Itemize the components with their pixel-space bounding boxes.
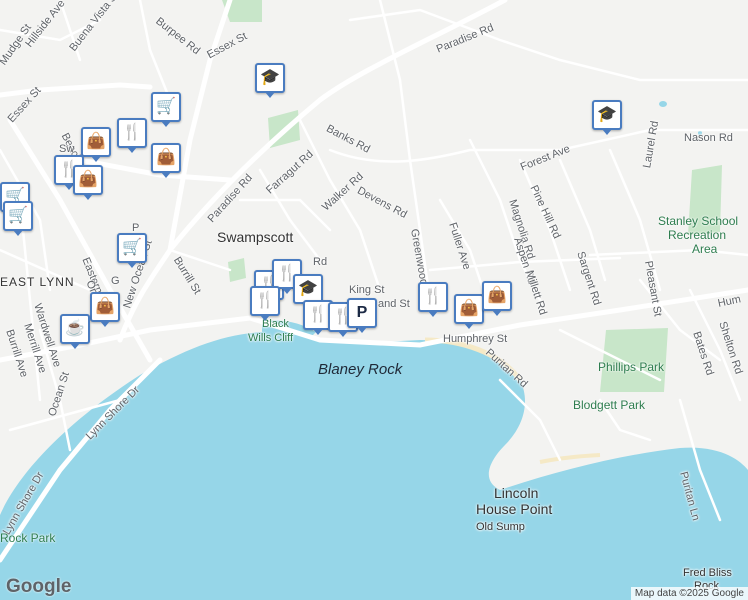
poi-restaurant-pin[interactable]: 🍴	[117, 118, 147, 153]
point-label-lincoln: Lincoln	[494, 485, 539, 501]
street-label-nason: Nason Rd	[684, 132, 733, 144]
poi-shopping-pin[interactable]: 👜	[73, 165, 103, 200]
poi-grocery-pin[interactable]: 🛒	[3, 201, 33, 236]
poi-restaurant-pin[interactable]: 🍴	[250, 286, 280, 321]
shopping-bag-icon: 👜	[95, 298, 115, 315]
poi-cafe-pin[interactable]: ☕	[60, 314, 90, 349]
district-label: EAST LYNN	[0, 275, 75, 289]
poi-shopping-pin[interactable]: 👜	[81, 127, 111, 162]
cart-icon: 🛒	[122, 239, 142, 256]
point-label-house-point: House Point	[476, 501, 553, 517]
poi-school-pin[interactable]: 🎓	[255, 63, 285, 98]
poi-shopping-pin[interactable]: 👜	[482, 281, 512, 316]
shopping-bag-icon: 👜	[78, 171, 98, 188]
poi-school-pin[interactable]: 🎓	[592, 100, 622, 135]
school-icon: 🎓	[298, 280, 318, 297]
school-icon: 🎓	[597, 106, 617, 123]
coffee-icon: ☕	[65, 320, 85, 337]
label-fred-bliss: Fred Bliss	[683, 567, 732, 579]
park-label-phillips: Phillips Park	[598, 360, 665, 374]
poi-parking-pin[interactable]: P	[347, 298, 377, 333]
park-label-stanley-2: Recreation	[668, 228, 727, 242]
restaurant-icon: 🍴	[122, 124, 142, 141]
shopping-bag-icon: 👜	[459, 300, 479, 317]
shopping-bag-icon: 👜	[86, 133, 106, 150]
google-logo[interactable]: Google	[6, 576, 71, 598]
water-label-blaney-rock: Blaney Rock	[318, 361, 403, 378]
poi-restaurant-pin[interactable]: 🍴	[418, 282, 448, 317]
street-label-rd: Rd	[313, 256, 328, 268]
label-wills-cliff: Wills Cliff	[248, 332, 294, 344]
map-attribution[interactable]: Map data ©2025 Google	[630, 587, 748, 600]
cart-icon: 🛒	[8, 207, 28, 224]
poi-shopping-pin[interactable]: 👜	[454, 294, 484, 329]
parking-icon: P	[356, 304, 368, 321]
label-old-sump: Old Sump	[476, 521, 525, 533]
restaurant-icon: 🍴	[423, 288, 443, 305]
poi-shopping-pin[interactable]: 👜	[90, 292, 120, 327]
map-canvas[interactable]: Hillside Ave Buena Vista St Burpee Rd Es…	[0, 0, 748, 600]
restaurant-icon: 🍴	[255, 292, 275, 309]
school-icon: 🎓	[260, 69, 280, 86]
park-label-rock-park: Rock Park	[0, 531, 56, 545]
poi-grocery-pin[interactable]: 🛒	[151, 92, 181, 127]
park-label-blodgett: Blodgett Park	[573, 398, 646, 412]
cart-icon: 🛒	[156, 98, 176, 115]
street-label-land: and St	[378, 298, 410, 310]
restaurant-icon: 🍴	[308, 306, 328, 323]
park-label-stanley-3: Area	[692, 242, 718, 256]
street-label-sw: Sw	[59, 143, 75, 155]
street-label-g: G	[111, 275, 120, 287]
poi-shopping-pin[interactable]: 👜	[151, 143, 181, 178]
poi-grocery-pin[interactable]: 🛒	[117, 233, 147, 268]
street-label-humphrey: Humphrey St	[443, 333, 508, 345]
street-label-king: King St	[349, 284, 385, 296]
town-label: Swampscott	[217, 229, 294, 245]
shopping-bag-icon: 👜	[156, 149, 176, 166]
shopping-bag-icon: 👜	[487, 287, 507, 304]
park-label-stanley-1: Stanley School	[658, 214, 739, 228]
